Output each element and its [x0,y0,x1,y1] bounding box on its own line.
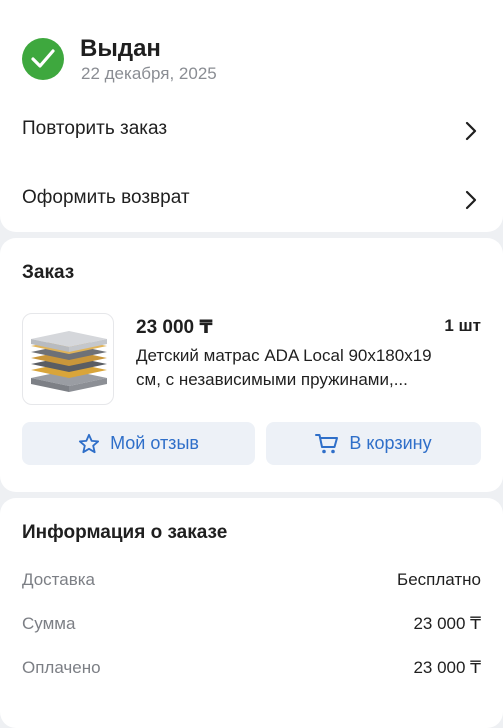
info-row-sum: Сумма 23 000 ₸ [22,614,481,638]
info-value: Бесплатно [397,570,481,589]
product-thumbnail[interactable] [22,313,114,405]
item-name[interactable]: Детский матрас ADA Local 90x180x19 см, с… [136,344,476,392]
add-to-cart-label: В корзину [349,433,432,453]
check-circle-icon [22,38,64,80]
order-section-title: Заказ [22,262,75,283]
item-name-line2: см, с независимыми пружинами,... [136,370,408,389]
return-order-button[interactable]: Оформить возврат [0,173,503,225]
info-value: 23 000 ₸ [413,658,481,677]
order-info-card: Информация о заказе Доставка Бесплатно С… [0,498,503,728]
repeat-order-button[interactable]: Повторить заказ [0,104,503,156]
cart-icon [315,433,339,453]
repeat-order-label: Повторить заказ [22,118,168,139]
item-price: 23 000 ₸ [136,317,213,338]
info-row-paid: Оплачено 23 000 ₸ [22,658,481,682]
add-to-cart-button[interactable]: В корзину [266,422,481,465]
my-review-button[interactable]: Мой отзыв [22,422,255,465]
chevron-right-icon [465,190,477,210]
my-review-label: Мой отзыв [110,433,199,453]
info-row-delivery: Доставка Бесплатно [22,570,481,594]
status-date: 22 декабря, 2025 [81,64,217,83]
mattress-image [31,331,107,392]
info-key: Оплачено [22,658,101,677]
info-value: 23 000 ₸ [413,614,481,633]
item-name-line1: Детский матрас ADA Local 90x180x19 [136,346,432,365]
order-card: Заказ 23 000 ₸ 1 шт Детский матрас ADA L… [0,238,503,492]
status-title: Выдан [80,35,161,62]
item-quantity: 1 шт [444,316,481,335]
return-order-label: Оформить возврат [22,187,190,208]
status-card: Выдан 22 декабря, 2025 Повторить заказ О… [0,0,503,232]
order-info-title: Информация о заказе [22,522,228,543]
info-key: Доставка [22,570,96,589]
info-key: Сумма [22,614,76,633]
star-icon [79,433,100,454]
chevron-right-icon [465,121,477,141]
